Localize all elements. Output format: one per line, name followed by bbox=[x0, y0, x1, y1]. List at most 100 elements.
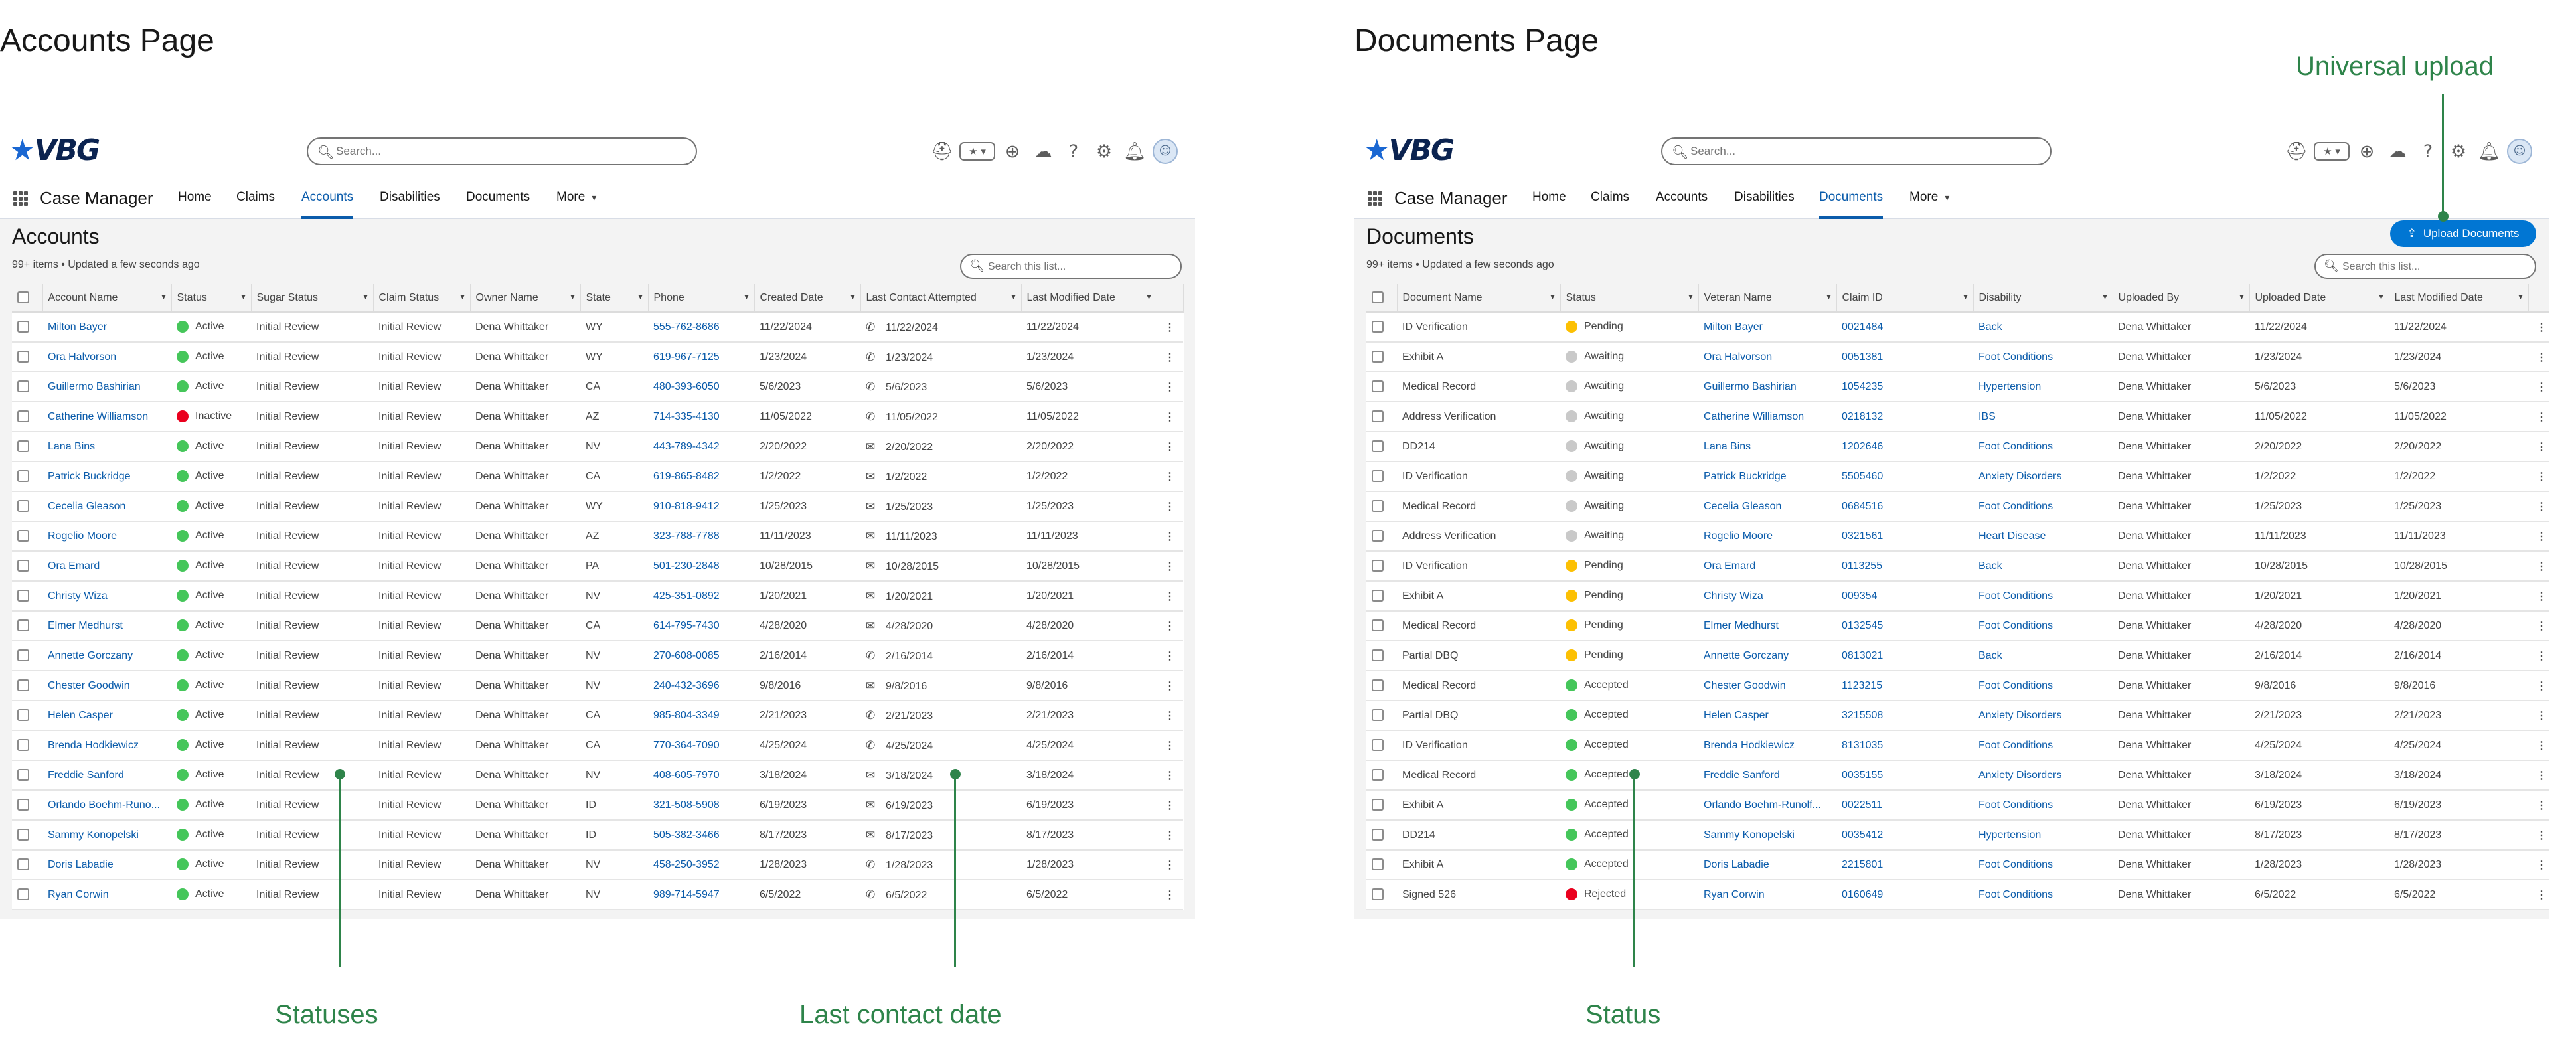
row-checkbox[interactable] bbox=[1372, 769, 1384, 781]
row-checkbox[interactable] bbox=[1372, 410, 1384, 423]
tab-home[interactable]: Home bbox=[178, 190, 212, 219]
phone-link[interactable]: 323-788-7788 bbox=[648, 521, 754, 552]
add-icon[interactable]: ⊕ bbox=[2352, 138, 2382, 165]
disability-link[interactable]: Hypertension bbox=[1973, 372, 2113, 402]
chevron-down-icon[interactable]: ▾ bbox=[1963, 292, 1967, 301]
column-header-disability[interactable]: Disability ▾ bbox=[1973, 284, 2113, 313]
tab-claims[interactable]: Claims bbox=[1591, 190, 1629, 219]
row-checkbox[interactable] bbox=[17, 619, 29, 632]
phone-link[interactable]: 443-789-4342 bbox=[648, 432, 754, 462]
account-name-link[interactable]: Doris Labadie bbox=[42, 850, 171, 880]
phone-link[interactable]: 619-865-8482 bbox=[648, 461, 754, 492]
row-menu-icon[interactable]: ⋮ bbox=[2528, 790, 2549, 821]
account-name-link[interactable]: Ora Halvorson bbox=[42, 342, 171, 372]
claim-id-link[interactable]: 0022511 bbox=[1836, 790, 1973, 821]
row-checkbox[interactable] bbox=[1372, 440, 1384, 453]
list-search-input[interactable] bbox=[988, 259, 1174, 275]
help-icon[interactable]: ? bbox=[2413, 138, 2443, 165]
bell-icon[interactable]: 🔔︎ bbox=[1119, 138, 1150, 165]
chevron-down-icon[interactable]: ▾ bbox=[363, 292, 367, 301]
row-checkbox[interactable] bbox=[17, 709, 29, 722]
claim-id-link[interactable]: 0021484 bbox=[1836, 312, 1973, 343]
account-name-link[interactable]: Patrick Buckridge bbox=[42, 461, 171, 492]
column-header-veteran-name[interactable]: Veteran Name ▾ bbox=[1698, 284, 1837, 313]
claim-id-link[interactable]: 0218132 bbox=[1836, 402, 1973, 432]
account-name-link[interactable]: Lana Bins bbox=[42, 432, 171, 462]
claim-id-link[interactable]: 8131035 bbox=[1836, 730, 1973, 761]
row-checkbox[interactable] bbox=[1372, 530, 1384, 542]
account-name-link[interactable]: Chester Goodwin bbox=[42, 671, 171, 701]
chevron-down-icon[interactable]: ▾ bbox=[1147, 292, 1151, 301]
veteran-name-link[interactable]: Christy Wiza bbox=[1698, 581, 1836, 612]
column-header-account-name[interactable]: Account Name ▾ bbox=[42, 284, 172, 313]
row-menu-icon[interactable]: ⋮ bbox=[2528, 372, 2549, 402]
favorites-icon[interactable]: ★ ▾ bbox=[957, 138, 997, 165]
row-menu-icon[interactable]: ⋮ bbox=[2528, 850, 2549, 880]
claim-id-link[interactable]: 0813021 bbox=[1836, 641, 1973, 671]
row-checkbox[interactable] bbox=[17, 739, 29, 752]
row-checkbox[interactable] bbox=[1372, 380, 1384, 393]
row-checkbox[interactable] bbox=[17, 380, 29, 393]
chevron-down-icon[interactable]: ▾ bbox=[2239, 292, 2243, 301]
row-menu-icon[interactable]: ⋮ bbox=[1157, 461, 1183, 492]
claim-id-link[interactable]: 0684516 bbox=[1836, 491, 1973, 522]
row-checkbox[interactable] bbox=[17, 769, 29, 781]
row-checkbox[interactable] bbox=[1372, 470, 1384, 483]
chevron-down-icon[interactable]: ▾ bbox=[2518, 292, 2522, 301]
chevron-down-icon[interactable]: ▾ bbox=[460, 292, 464, 301]
disability-link[interactable]: Anxiety Disorders bbox=[1973, 461, 2113, 492]
row-menu-icon[interactable]: ⋮ bbox=[2528, 641, 2549, 671]
claim-id-link[interactable]: 1202646 bbox=[1836, 432, 1973, 462]
select-all-checkbox[interactable] bbox=[17, 291, 29, 304]
row-checkbox[interactable] bbox=[17, 649, 29, 662]
row-menu-icon[interactable]: ⋮ bbox=[2528, 491, 2549, 522]
trailhead-icon[interactable]: ☁ bbox=[2382, 138, 2413, 165]
chevron-down-icon[interactable]: ▾ bbox=[2103, 292, 2107, 301]
row-menu-icon[interactable]: ⋮ bbox=[1157, 730, 1183, 761]
veteran-name-link[interactable]: Doris Labadie bbox=[1698, 850, 1836, 880]
global-search[interactable]: 🔍︎ bbox=[1661, 137, 2052, 165]
trailhead-icon[interactable]: ☁ bbox=[1028, 138, 1058, 165]
row-checkbox[interactable] bbox=[17, 560, 29, 572]
chevron-down-icon[interactable]: ▾ bbox=[744, 292, 748, 301]
row-checkbox[interactable] bbox=[1372, 799, 1384, 811]
app-launcher-icon[interactable] bbox=[13, 191, 28, 206]
column-header-last-contact-attempted[interactable]: Last Contact Attempted ▾ bbox=[860, 284, 1022, 313]
row-menu-icon[interactable]: ⋮ bbox=[2528, 760, 2549, 791]
tab-home[interactable]: Home bbox=[1532, 190, 1566, 219]
chevron-down-icon[interactable]: ▾ bbox=[1688, 292, 1692, 301]
column-header-owner-name[interactable]: Owner Name ▾ bbox=[470, 284, 581, 313]
phone-link[interactable]: 714-335-4130 bbox=[648, 402, 754, 432]
row-checkbox[interactable] bbox=[17, 679, 29, 692]
disability-link[interactable]: Foot Conditions bbox=[1973, 880, 2113, 910]
tab-disabilities[interactable]: Disabilities bbox=[1734, 190, 1795, 219]
disability-link[interactable]: Anxiety Disorders bbox=[1973, 760, 2113, 791]
account-name-link[interactable]: Cecelia Gleason bbox=[42, 491, 171, 522]
row-menu-icon[interactable]: ⋮ bbox=[1157, 312, 1183, 343]
veteran-name-link[interactable]: Cecelia Gleason bbox=[1698, 491, 1836, 522]
global-search-input[interactable] bbox=[1690, 143, 2036, 160]
row-menu-icon[interactable]: ⋮ bbox=[1157, 432, 1183, 462]
vbg-logo[interactable]: ★VBG bbox=[1364, 133, 1455, 167]
column-header-status[interactable]: Status ▾ bbox=[1560, 284, 1699, 313]
help-icon[interactable]: ? bbox=[1058, 138, 1089, 165]
disability-link[interactable]: Foot Conditions bbox=[1973, 790, 2113, 821]
row-checkbox[interactable] bbox=[17, 829, 29, 841]
list-search[interactable]: 🔍︎ bbox=[960, 254, 1182, 279]
claim-id-link[interactable]: 0051381 bbox=[1836, 342, 1973, 372]
tab-more[interactable]: More ▾ bbox=[1909, 190, 1949, 219]
vbg-logo[interactable]: ★VBG bbox=[9, 133, 100, 167]
account-name-link[interactable]: Milton Bayer bbox=[42, 312, 171, 343]
row-menu-icon[interactable]: ⋮ bbox=[2528, 461, 2549, 492]
row-checkbox[interactable] bbox=[17, 351, 29, 363]
phone-link[interactable]: 770-364-7090 bbox=[648, 730, 754, 761]
column-header-phone[interactable]: Phone ▾ bbox=[648, 284, 755, 313]
disability-link[interactable]: Back bbox=[1973, 312, 2113, 343]
veteran-name-link[interactable]: Guillermo Bashirian bbox=[1698, 372, 1836, 402]
row-menu-icon[interactable]: ⋮ bbox=[1157, 372, 1183, 402]
column-header-status[interactable]: Status ▾ bbox=[171, 284, 252, 313]
chevron-down-icon[interactable]: ▾ bbox=[638, 292, 642, 301]
disability-link[interactable]: Foot Conditions bbox=[1973, 850, 2113, 880]
tab-documents[interactable]: Documents bbox=[466, 190, 530, 219]
veteran-name-link[interactable]: Ryan Corwin bbox=[1698, 880, 1836, 910]
